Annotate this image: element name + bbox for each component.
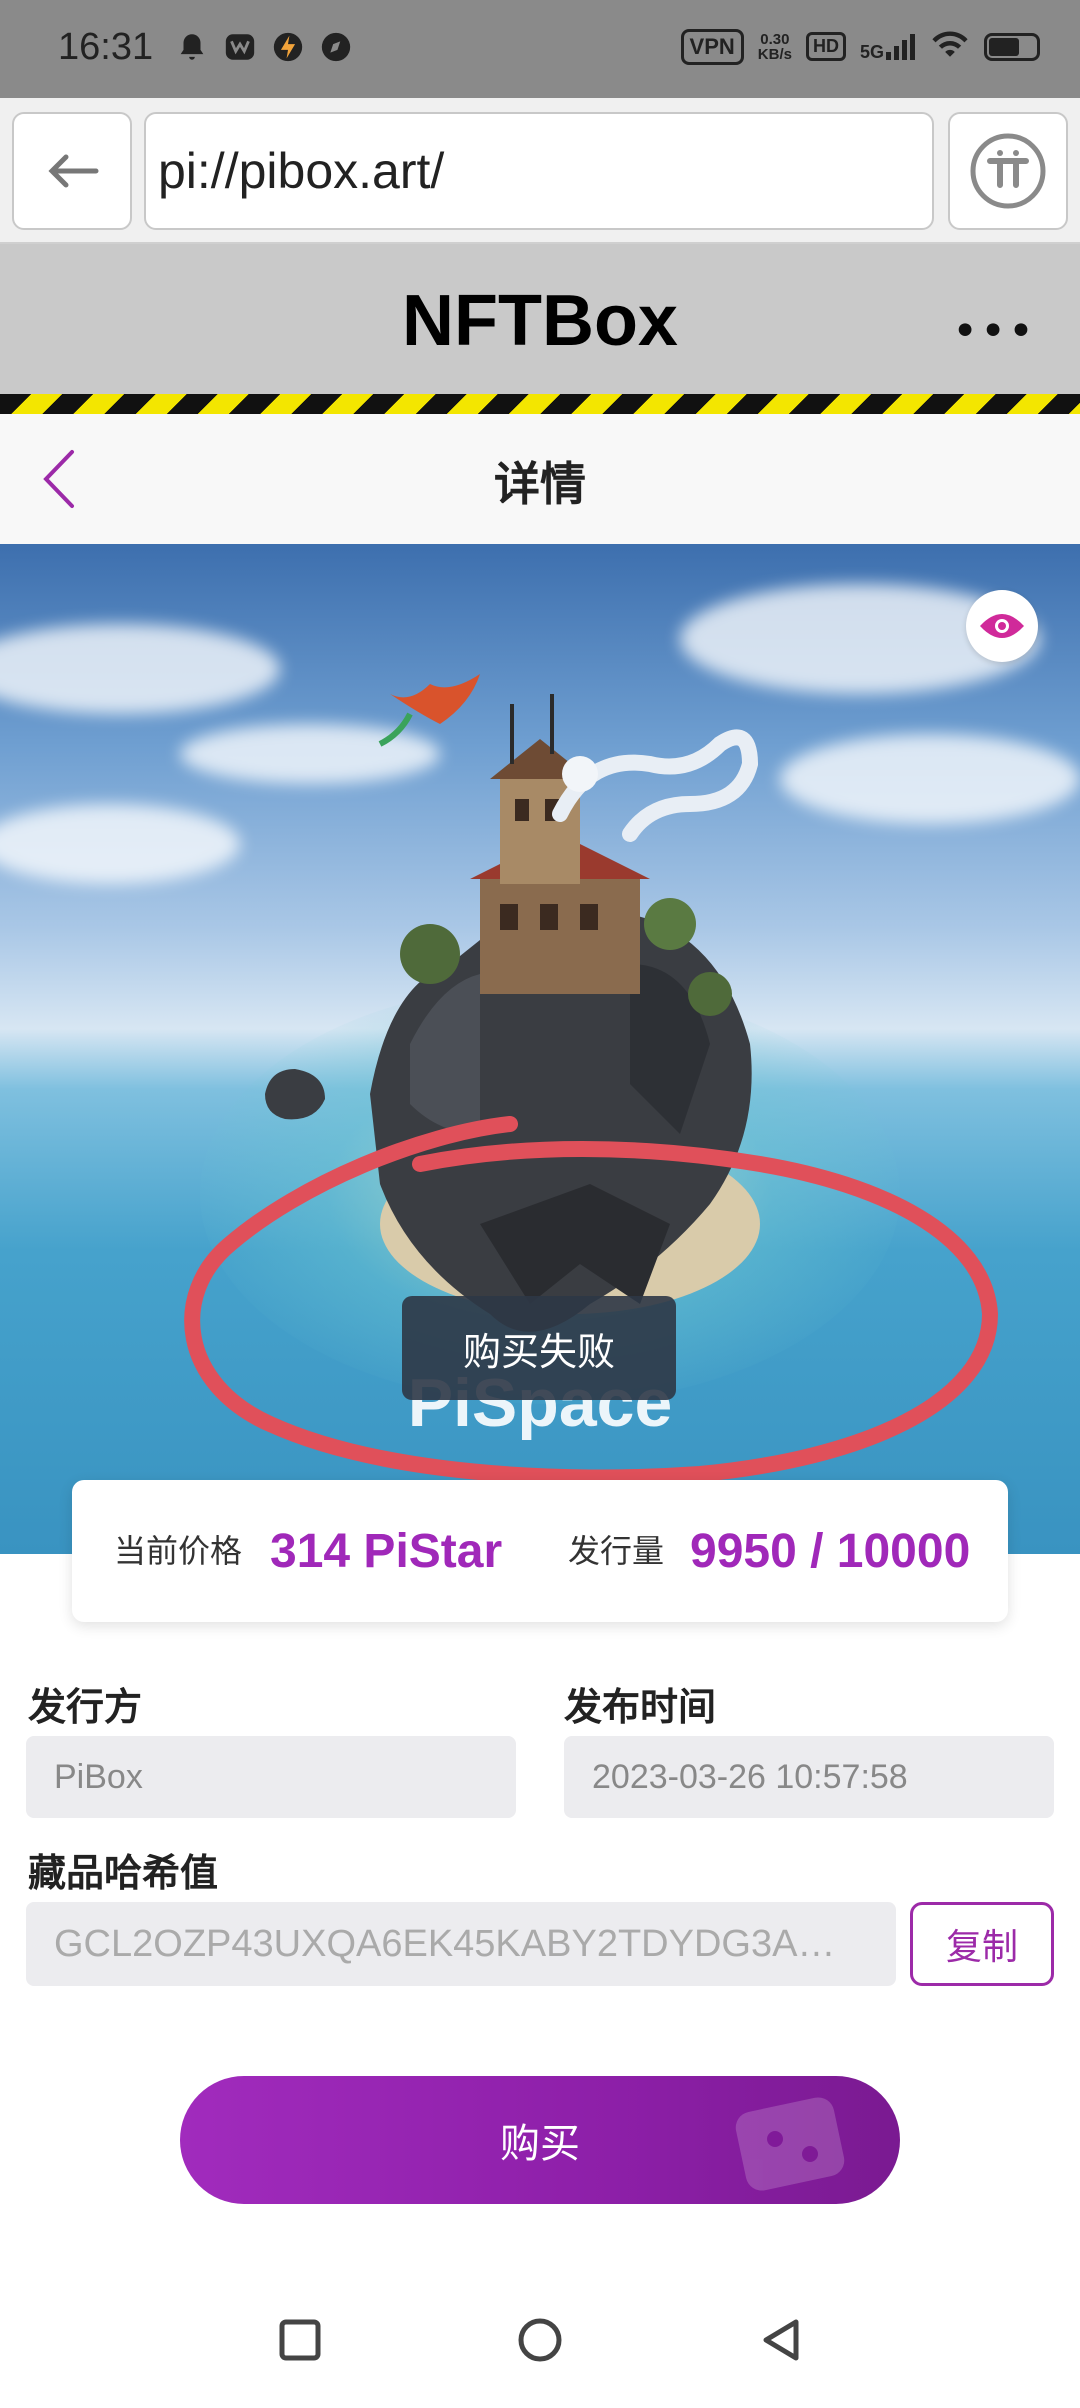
network-type: 5G bbox=[859, 41, 884, 62]
page-title: 详情 bbox=[494, 457, 586, 511]
floating-rock bbox=[265, 1069, 325, 1120]
circle-icon bbox=[518, 2318, 562, 2362]
arrow-left-icon bbox=[48, 154, 99, 188]
hd-badge: HD bbox=[805, 32, 846, 61]
app-icon bbox=[223, 30, 257, 64]
status-time: 16:31 bbox=[58, 26, 154, 68]
signal-icon: 5G bbox=[859, 33, 916, 62]
system-status: VPN 0.30 KB/s HD 5G bbox=[680, 28, 1040, 65]
lightning-icon bbox=[271, 30, 305, 64]
view-toggle-button[interactable] bbox=[966, 590, 1038, 662]
cloud bbox=[0, 624, 280, 714]
hash-label: 藏品哈希值 bbox=[28, 1851, 219, 1895]
app-header: NFTBox ••• bbox=[0, 244, 1080, 394]
pi-logo-icon bbox=[970, 133, 1046, 209]
price-label: 当前价格 bbox=[114, 1532, 243, 1570]
dice-decoration-icon bbox=[735, 2097, 845, 2191]
more-menu-button[interactable]: ••• bbox=[952, 306, 1036, 357]
browser-back-button[interactable] bbox=[12, 112, 132, 230]
pi-wallet-button[interactable] bbox=[948, 112, 1068, 230]
square-icon bbox=[279, 2319, 321, 2361]
price-value: 314 PiStar bbox=[270, 1525, 503, 1578]
network-speed: 0.30 KB/s bbox=[757, 30, 792, 63]
page-header: 详情 bbox=[0, 414, 1080, 544]
issuer-field: PiBox bbox=[26, 1736, 516, 1818]
battery-icon bbox=[984, 32, 1040, 61]
status-bar: 16:31 VPN 0.30 KB/s HD 5G bbox=[0, 0, 1080, 98]
price-card: 当前价格 314 PiStar 发行量 9950 / 10000 bbox=[72, 1480, 1008, 1622]
hash-field: GCL2OZP43UXQA6EK45KABY2TDYDG3A… bbox=[26, 1902, 896, 1986]
supply-label: 发行量 bbox=[568, 1532, 665, 1570]
system-nav-bar bbox=[0, 2270, 1080, 2408]
vpn-badge: VPN bbox=[680, 28, 744, 65]
cloud bbox=[780, 734, 1080, 824]
release-time-label: 发布时间 bbox=[564, 1685, 717, 1729]
buy-label: 购买 bbox=[500, 2121, 580, 2167]
toast-message: 购买失败 bbox=[402, 1296, 676, 1400]
copy-button[interactable]: 复制 bbox=[910, 1902, 1054, 1986]
browser-bar: pi://pibox.art/ bbox=[0, 98, 1080, 244]
release-time-field: 2023-03-26 10:57:58 bbox=[564, 1736, 1054, 1818]
url-text: pi://pibox.art/ bbox=[158, 143, 445, 199]
bell-icon bbox=[175, 30, 209, 64]
island-illustration bbox=[370, 674, 760, 1332]
home-button[interactable] bbox=[510, 2310, 570, 2370]
buy-button[interactable]: 购买 bbox=[180, 2076, 900, 2204]
url-input[interactable]: pi://pibox.art/ bbox=[144, 112, 934, 230]
notification-icons bbox=[175, 30, 353, 64]
back-button[interactable] bbox=[750, 2310, 810, 2370]
eye-icon bbox=[980, 614, 1024, 638]
recents-button[interactable] bbox=[270, 2310, 330, 2370]
nft-image: PiSpace 购买失败 bbox=[0, 544, 1080, 1554]
issuer-label: 发行方 bbox=[28, 1685, 143, 1729]
hazard-stripe bbox=[0, 394, 1080, 414]
supply-value: 9950 / 10000 bbox=[690, 1525, 971, 1578]
cloud bbox=[0, 804, 240, 884]
wifi-icon bbox=[930, 28, 970, 65]
compass-icon bbox=[319, 30, 353, 64]
triangle-back-icon bbox=[763, 2319, 799, 2361]
app-title: NFTBox bbox=[402, 281, 678, 361]
